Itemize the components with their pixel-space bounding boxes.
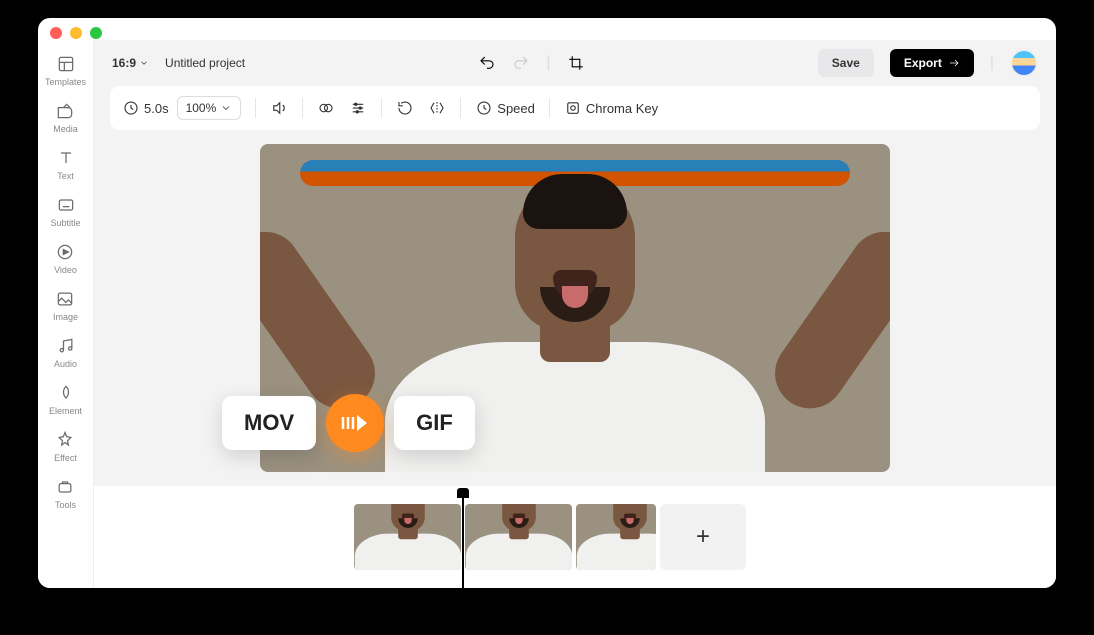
edit-toolbar: 5.0s 100% [110,86,1040,130]
speed-icon [475,99,493,117]
maximize-window-button[interactable] [90,27,102,39]
sidebar-label: Subtitle [50,218,80,228]
templates-icon [56,54,76,74]
adjust-button[interactable] [349,99,367,117]
timeline-clip[interactable] [465,504,572,570]
video-icon [55,242,75,262]
title-bar [38,18,1056,40]
volume-icon [270,99,288,117]
undo-icon[interactable] [478,54,496,72]
flip-icon [428,99,446,117]
element-icon [56,383,76,403]
minimize-window-button[interactable] [70,27,82,39]
sidebar-label: Video [54,265,77,275]
volume-button[interactable] [270,99,288,117]
add-clip-button[interactable]: + [660,504,746,570]
flip-button[interactable] [428,99,446,117]
clock-icon [122,99,140,117]
chroma-key-button[interactable]: Chroma Key [564,99,658,117]
sliders-icon [349,99,367,117]
media-icon [55,101,75,121]
zoom-selector[interactable]: 100% [177,96,242,120]
rotate-icon [396,99,414,117]
project-title[interactable]: Untitled project [165,56,245,70]
export-button[interactable]: Export [890,49,974,77]
sidebar-item-tools[interactable]: Tools [55,477,76,510]
app-body: Templates Media Text Subtitle Video Imag… [38,40,1056,588]
sidebar-item-templates[interactable]: Templates [45,54,86,87]
redo-icon[interactable] [512,54,530,72]
speed-button[interactable]: Speed [475,99,535,117]
timeline-clip[interactable] [576,504,656,570]
history-controls: | [478,54,584,72]
sidebar-item-text[interactable]: Text [56,148,76,181]
effect-icon [55,430,75,450]
sidebar-item-audio[interactable]: Audio [54,336,77,369]
sidebar-item-element[interactable]: Element [49,383,82,416]
arrow-right-icon [948,57,960,69]
sidebar-item-image[interactable]: Image [53,289,78,322]
audio-icon [56,336,76,356]
user-avatar[interactable] [1010,49,1038,77]
topbar: 16:9 Untitled project | Save Export | [94,40,1056,86]
sidebar-item-subtitle[interactable]: Subtitle [50,195,80,228]
chroma-icon [564,99,582,117]
speed-label: Speed [497,101,535,116]
duration-value: 5.0s [144,101,169,116]
text-icon [56,148,76,168]
sidebar-label: Effect [54,453,77,463]
color-button[interactable] [317,99,335,117]
export-label: Export [904,56,942,70]
sidebar-label: Audio [54,359,77,369]
sidebar: Templates Media Text Subtitle Video Imag… [38,40,94,588]
chroma-label: Chroma Key [586,101,658,116]
format-from-chip: MOV [222,396,316,450]
sidebar-label: Image [53,312,78,322]
sidebar-item-effect[interactable]: Effect [54,430,77,463]
app-window: Templates Media Text Subtitle Video Imag… [38,18,1056,588]
close-window-button[interactable] [50,27,62,39]
sidebar-item-video[interactable]: Video [54,242,77,275]
main-area: 16:9 Untitled project | Save Export | [94,40,1056,588]
tools-icon [55,477,75,497]
conversion-arrow-icon [326,394,384,452]
timeline-clip[interactable] [354,504,461,570]
sidebar-label: Tools [55,500,76,510]
crop-icon[interactable] [567,54,585,72]
sidebar-label: Templates [45,77,86,87]
aspect-ratio-selector[interactable]: 16:9 [112,56,149,70]
plus-icon: + [696,523,710,551]
rotate-button[interactable] [396,99,414,117]
sidebar-label: Media [53,124,78,134]
sidebar-label: Element [49,406,82,416]
playhead[interactable] [462,494,464,588]
overlap-icon [317,99,335,117]
format-to-chip: GIF [394,396,475,450]
sidebar-item-media[interactable]: Media [53,101,78,134]
sidebar-label: Text [57,171,74,181]
chevron-down-icon [139,58,149,68]
chevron-down-icon [220,102,232,114]
zoom-value: 100% [186,101,217,115]
duration-display[interactable]: 5.0s [122,99,169,117]
save-button[interactable]: Save [818,49,874,77]
aspect-ratio-value: 16:9 [112,56,136,70]
subtitle-icon [56,195,76,215]
image-icon [55,289,75,309]
canvas-area: MOV GIF [94,130,1056,486]
timeline[interactable]: + [94,486,1056,588]
conversion-overlay: MOV GIF [222,394,475,452]
